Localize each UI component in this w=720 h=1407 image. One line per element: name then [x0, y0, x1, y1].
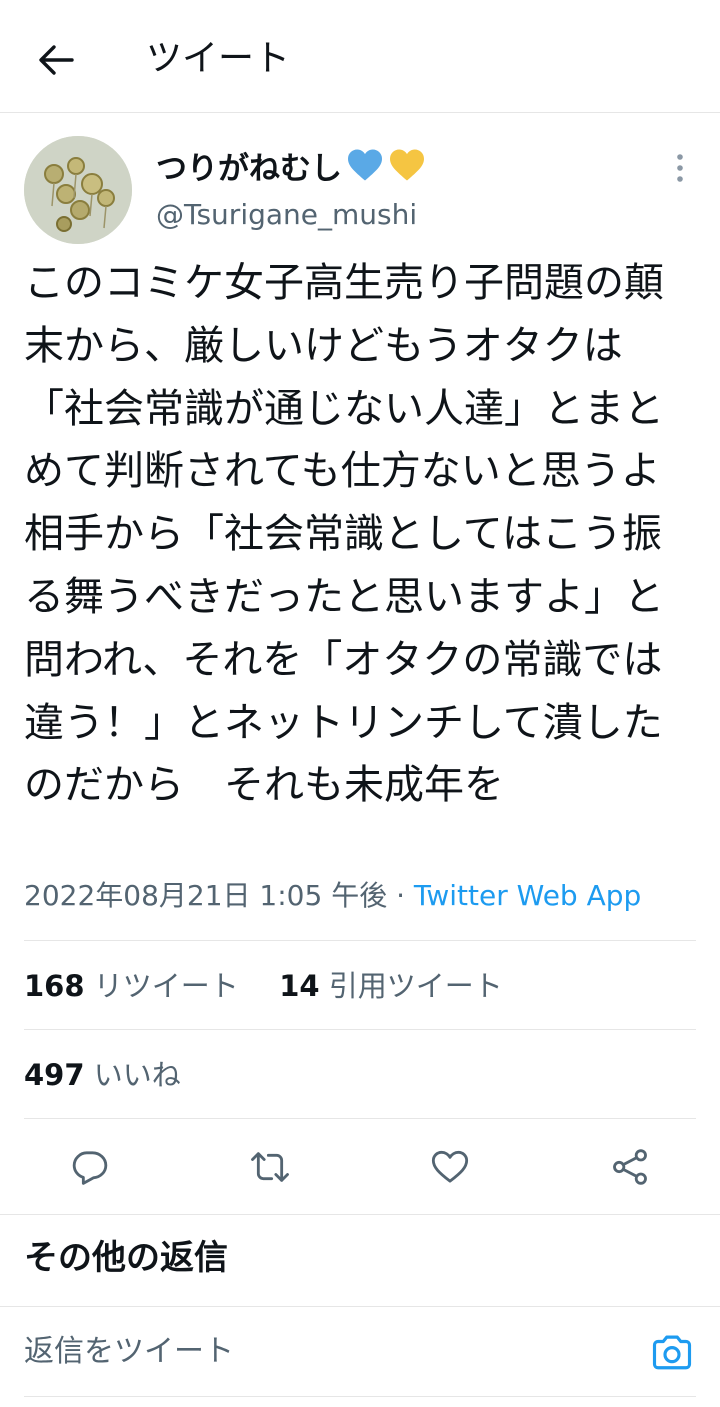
top-app-bar: ツイート — [0, 0, 720, 113]
avatar-image — [24, 136, 132, 244]
camera-button[interactable] — [650, 1330, 694, 1374]
display-name[interactable]: つりがねむし — [156, 143, 342, 188]
reply-button[interactable] — [68, 1145, 112, 1189]
likes-count: 497 — [24, 1058, 85, 1092]
more-replies-heading: その他の返信 — [24, 1238, 228, 1278]
meta-separator: · — [387, 879, 414, 912]
like-icon — [431, 1150, 469, 1183]
blue-heart-icon — [348, 149, 382, 181]
divider — [0, 1214, 720, 1215]
quotes-label: 引用ツイート — [328, 969, 503, 1003]
tweet-timestamp[interactable]: 2022年08月21日 1:05 午後 — [24, 879, 387, 912]
retweets-count: 168 — [24, 969, 85, 1003]
author-handle[interactable]: @Tsurigane_mushi — [156, 196, 417, 234]
divider — [24, 1396, 696, 1397]
tweet-metadata: 2022年08月21日 1:05 午後 · Twitter Web App — [24, 876, 641, 916]
share-button[interactable] — [608, 1145, 652, 1189]
more-options-button[interactable] — [664, 150, 696, 186]
retweet-icon — [251, 1152, 289, 1182]
arrow-left-icon — [39, 45, 74, 75]
retweet-stats-row: 168 リツイート 14 引用ツイート — [24, 966, 503, 1006]
tweet-text: このコミケ女子高生売り子問題の顛末から、厳しいけどもうオタクは「社会常識が通じな… — [24, 260, 701, 809]
retweets-link[interactable]: 168 リツイート — [24, 969, 239, 1003]
divider — [24, 1118, 696, 1119]
more-vertical-icon — [677, 154, 683, 182]
back-button[interactable] — [30, 34, 82, 86]
action-bar — [0, 1120, 720, 1214]
reply-icon — [72, 1151, 108, 1185]
share-icon — [613, 1149, 647, 1185]
like-button[interactable] — [428, 1145, 472, 1189]
quotes-count: 14 — [279, 969, 320, 1003]
author-name-row[interactable]: つりがねむし — [156, 142, 426, 188]
retweets-label: リツイート — [93, 969, 239, 1003]
divider — [24, 940, 696, 941]
likes-label: いいね — [93, 1058, 181, 1092]
divider — [24, 1029, 696, 1030]
yellow-heart-icon — [390, 149, 424, 181]
camera-icon — [652, 1335, 692, 1370]
source-app-link[interactable]: Twitter Web App — [414, 879, 641, 912]
avatar[interactable] — [24, 136, 132, 244]
page-title: ツイート — [146, 38, 291, 79]
reply-composer[interactable]: 返信をツイート — [0, 1306, 720, 1396]
likes-stats-row[interactable]: 497 いいね — [24, 1055, 181, 1095]
quotes-link[interactable]: 14 引用ツイート — [279, 969, 503, 1003]
retweet-button[interactable] — [248, 1145, 292, 1189]
reply-input[interactable]: 返信をツイート — [24, 1332, 234, 1372]
